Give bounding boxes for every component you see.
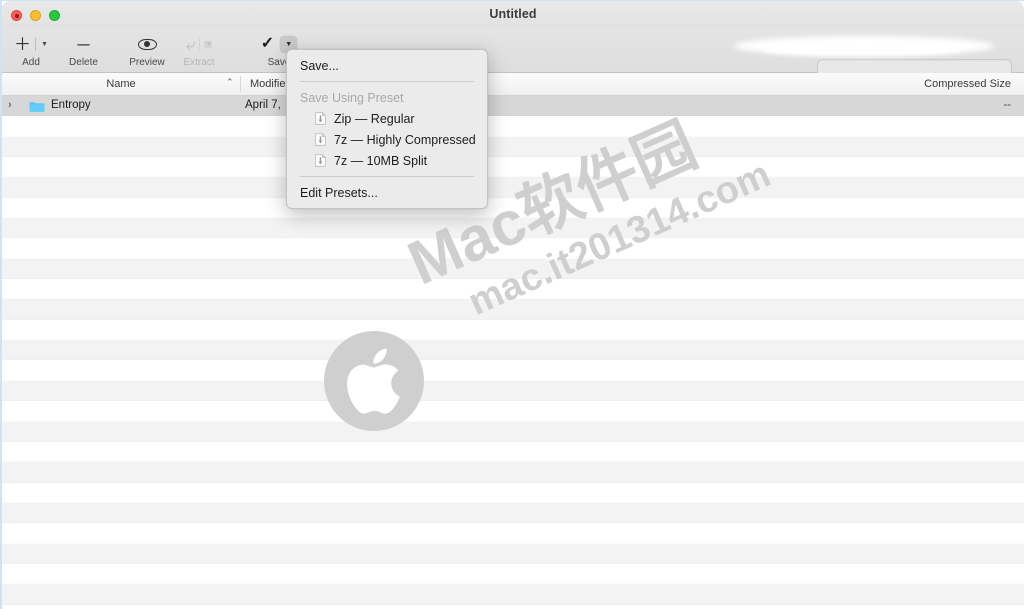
list-item xyxy=(2,523,1024,544)
toolbar-delete-button[interactable]: ─ Delete xyxy=(61,32,106,69)
toolbar-add-button[interactable]: ＋ ▼ Add xyxy=(9,32,53,69)
list-item xyxy=(2,197,1024,219)
list-item xyxy=(2,177,1024,198)
list-item xyxy=(2,462,1024,483)
chevron-down-icon: ▼ xyxy=(285,40,293,48)
menu-item-edit-presets[interactable]: Edit Presets... xyxy=(287,182,487,203)
title-bar: Untitled xyxy=(2,1,1024,28)
row-modified: April 7, xyxy=(245,99,281,111)
list-item xyxy=(2,421,1024,442)
menu-item-7z-highly-compressed[interactable]: 7z — Highly Compressed xyxy=(287,129,487,150)
list-item xyxy=(2,482,1024,503)
menu-header-label: Save Using Preset xyxy=(300,90,404,105)
menu-item-zip-regular[interactable]: Zip — Regular xyxy=(287,108,487,129)
menu-item-label: Zip — Regular xyxy=(334,111,415,126)
menu-item-label: Edit Presets... xyxy=(300,185,378,200)
list-item xyxy=(2,299,1024,320)
chevron-down-icon[interactable]: ▼ xyxy=(40,41,48,48)
eye-icon xyxy=(137,38,157,50)
list-item xyxy=(2,563,1024,585)
chevron-down-icon[interactable]: ▼ xyxy=(204,40,213,48)
menu-separator xyxy=(300,81,474,82)
list-item xyxy=(2,340,1024,361)
menu-item-label: Save... xyxy=(300,58,339,73)
menu-item-label: 7z — 10MB Split xyxy=(334,153,428,168)
list-item xyxy=(2,218,1024,239)
file-list[interactable]: › Entropy April 7, -- xyxy=(2,96,1024,609)
preset-file-icon xyxy=(315,112,326,125)
list-item xyxy=(2,360,1024,381)
toolbar-add-label: Add xyxy=(22,57,40,68)
list-item xyxy=(2,258,1024,280)
checkmark-icon: ✓ xyxy=(260,35,275,52)
list-item xyxy=(2,543,1024,564)
extract-divider xyxy=(199,37,201,51)
list-item xyxy=(2,401,1024,422)
add-divider xyxy=(35,37,37,51)
list-item xyxy=(2,238,1024,259)
column-header-name[interactable]: Name xyxy=(2,78,240,90)
extract-arrow-icon: ⤷ xyxy=(185,34,196,54)
toolbar-preview-button[interactable]: Preview xyxy=(119,32,175,68)
menu-separator xyxy=(300,176,474,177)
save-dropdown-menu[interactable]: Save... Save Using Preset Zip — Regular xyxy=(286,49,488,209)
list-item xyxy=(2,136,1024,158)
column-header-row: Name ⌃ Modified Compressed Size xyxy=(2,73,1024,96)
list-item xyxy=(2,319,1024,341)
column-header-compressed-size[interactable]: Compressed Size xyxy=(924,78,1011,90)
row-compressed-size: -- xyxy=(1003,99,1011,111)
row-name: Entropy xyxy=(51,99,91,111)
redaction-smear-2 xyxy=(762,42,962,55)
list-item xyxy=(2,584,1024,605)
list-item xyxy=(2,380,1024,402)
window-title: Untitled xyxy=(489,7,537,21)
column-divider-1[interactable] xyxy=(240,76,241,92)
table-row[interactable]: › Entropy April 7, -- xyxy=(2,96,1024,117)
plus-icon: ＋ xyxy=(14,34,32,54)
menu-item-save[interactable]: Save... xyxy=(287,55,487,76)
disclosure-triangle-icon[interactable]: › xyxy=(8,99,12,111)
list-item xyxy=(2,604,1024,609)
folder-icon xyxy=(29,100,45,112)
toolbar: ＋ ▼ Add ─ Delete Preview ⤷ ▼ Extract ✓ ▼… xyxy=(2,28,1024,92)
list-item xyxy=(2,279,1024,300)
toolbar-delete-label: Delete xyxy=(69,57,98,68)
toolbar-extract-button[interactable]: ⤷ ▼ Extract xyxy=(170,32,228,69)
app-window: Untitled ＋ ▼ Add ─ Delete Preview ⤷ ▼ Ex… xyxy=(0,0,1024,609)
toolbar-preview-label: Preview xyxy=(129,57,165,68)
preset-file-icon xyxy=(315,133,326,146)
sort-ascending-icon: ⌃ xyxy=(226,77,234,87)
toolbar-extract-label: Extract xyxy=(183,57,215,68)
preset-file-icon xyxy=(315,154,326,167)
list-item xyxy=(2,157,1024,178)
menu-item-7z-10mb-split[interactable]: 7z — 10MB Split xyxy=(287,150,487,171)
menu-header-save-using-preset: Save Using Preset xyxy=(287,87,487,108)
list-item xyxy=(2,441,1024,463)
menu-item-label: 7z — Highly Compressed xyxy=(334,132,476,147)
list-item xyxy=(2,502,1024,524)
minus-icon: ─ xyxy=(77,34,90,54)
list-item xyxy=(2,116,1024,137)
